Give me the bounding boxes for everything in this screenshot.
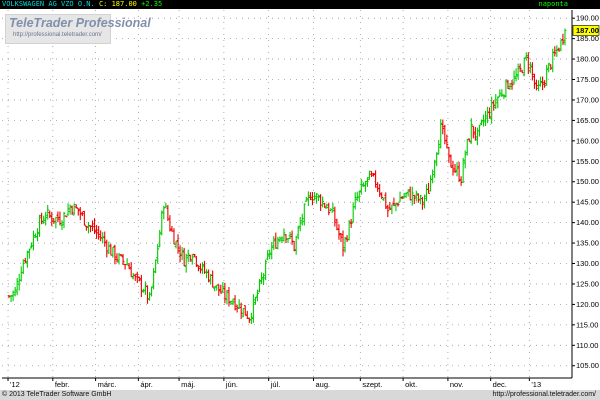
period-selector[interactable]: naponta	[538, 0, 568, 9]
y-tick-label: 175.00	[576, 75, 599, 84]
y-tick-label: 165.00	[576, 116, 599, 125]
instrument-name: VOLKSWAGEN AG VZO O.N.	[2, 0, 95, 8]
teletrader-logo: TeleTrader Professional http://professio…	[5, 14, 151, 44]
x-tick-label: júl.	[270, 380, 281, 389]
price-change: +2.35	[141, 0, 163, 8]
x-tick-label: márc.	[98, 380, 117, 389]
x-tick-label: '12	[10, 380, 20, 389]
y-tick-label: 160.00	[576, 136, 599, 145]
x-tick-label: nov.	[450, 380, 464, 389]
logo-url: http://professional.teletrader.com/	[13, 32, 102, 38]
y-tick-label: 170.00	[576, 95, 599, 104]
y-tick-label: 110.00	[576, 341, 598, 350]
header-quote: VOLKSWAGEN AG VZO O.N. C: 187.00 +2.35	[2, 0, 162, 9]
x-tick-label: aug.	[315, 380, 330, 389]
x-tick-label: ápr.	[140, 380, 153, 389]
chart-footer: © 2013 TeleTrader Software GmbH http://p…	[0, 390, 600, 400]
y-tick-label: 180.00	[576, 55, 599, 64]
last-price: C: 187.00	[98, 0, 137, 8]
x-axis-panel	[0, 378, 600, 390]
price-chart[interactable]: 105.00 110.00 115.00 120.00 125.00 130.00 135.…	[0, 0, 600, 390]
y-tick-label: 135.00	[576, 239, 599, 248]
y-tick-label: 125.00	[576, 279, 599, 288]
logo-brand: TeleTrader Professional	[9, 16, 151, 30]
chart-window: 105.00 110.00 115.00 120.00 125.00 130.00 135.…	[0, 0, 600, 400]
plot-area	[2, 10, 572, 378]
y-tick-label: 120.00	[576, 300, 599, 309]
y-tick-label: 190.00	[576, 14, 599, 23]
copyright-text: © 2013 TeleTrader Software GmbH	[2, 391, 112, 398]
x-tick-label: szept.	[362, 380, 382, 389]
footer-link[interactable]: http://professional.teletrader.com/	[493, 390, 597, 400]
x-tick-label: dec.	[493, 380, 507, 389]
y-tick-label: 130.00	[576, 259, 599, 268]
last-price-label: 187.00	[576, 26, 599, 35]
y-tick-label: 115.00	[576, 320, 598, 329]
x-tick-label: jún.	[225, 380, 238, 389]
y-tick-label: 145.00	[576, 198, 599, 207]
y-tick-label: 105.00	[576, 361, 599, 370]
x-tick-label: okt.	[405, 380, 417, 389]
y-tick-label: 140.00	[576, 218, 599, 227]
chart-header: VOLKSWAGEN AG VZO O.N. C: 187.00 +2.35 n…	[0, 0, 600, 9]
x-tick-label: febr.	[55, 380, 70, 389]
x-tick-label: '13	[531, 380, 541, 389]
x-tick-label: máj.	[181, 380, 195, 389]
y-tick-label: 150.00	[576, 177, 599, 186]
y-tick-label: 155.00	[576, 157, 599, 166]
